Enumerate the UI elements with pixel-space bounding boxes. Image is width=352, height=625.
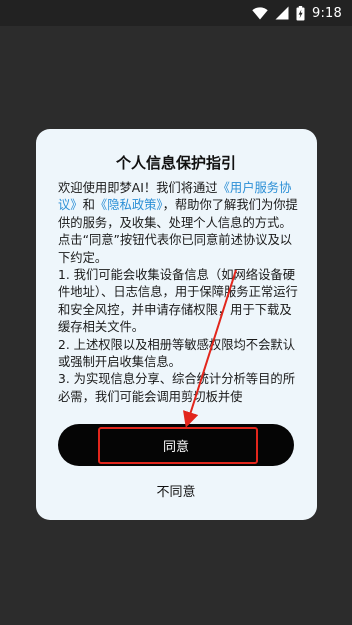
consent-paragraph: 点击“同意”按钮代表你已同意前述协议及以下约定。: [58, 233, 293, 265]
policy-item-2: 2. 上述权限以及相册等敏感权限均不会默认或强制开启收集信息。: [58, 337, 295, 370]
signal-icon: [275, 6, 289, 20]
intro-text-1: 欢迎使用即梦AI！我们将通过: [58, 181, 218, 195]
battery-icon: [296, 5, 305, 21]
wifi-icon: [252, 6, 268, 20]
agree-button[interactable]: 同意: [58, 424, 294, 466]
policy-item-3: 3. 为实现信息分享、综合统计分析等目的所必需，我们可能会调用剪切板并使: [58, 372, 295, 404]
status-bar: 9:18: [0, 0, 352, 26]
policy-item-1: 1. 我们可能会收集设备信息（如网络设备硬件地址）、日志信息，用于保障服务正常运…: [58, 268, 298, 335]
status-icons: 9:18: [252, 4, 342, 22]
privacy-policy-link[interactable]: 《隐私政策》: [95, 198, 163, 212]
policy-text-body[interactable]: 欢迎使用即梦AI！我们将通过《用户服务协议》和《隐私政策》，帮助你了解我们为你提…: [58, 180, 300, 407]
status-time: 9:18: [312, 5, 342, 21]
intro-text-2: 和: [82, 198, 95, 213]
agree-button-label: 同意: [162, 439, 189, 455]
intro-paragraph: 欢迎使用即梦AI！我们将通过《用户服务协议》和《隐私政策》，帮助你了解我们为你提…: [58, 180, 300, 232]
dialog-title: 个人信息保护指引: [115, 154, 236, 172]
disagree-button[interactable]: 不同意: [58, 478, 294, 502]
disagree-button-label: 不同意: [156, 484, 196, 500]
